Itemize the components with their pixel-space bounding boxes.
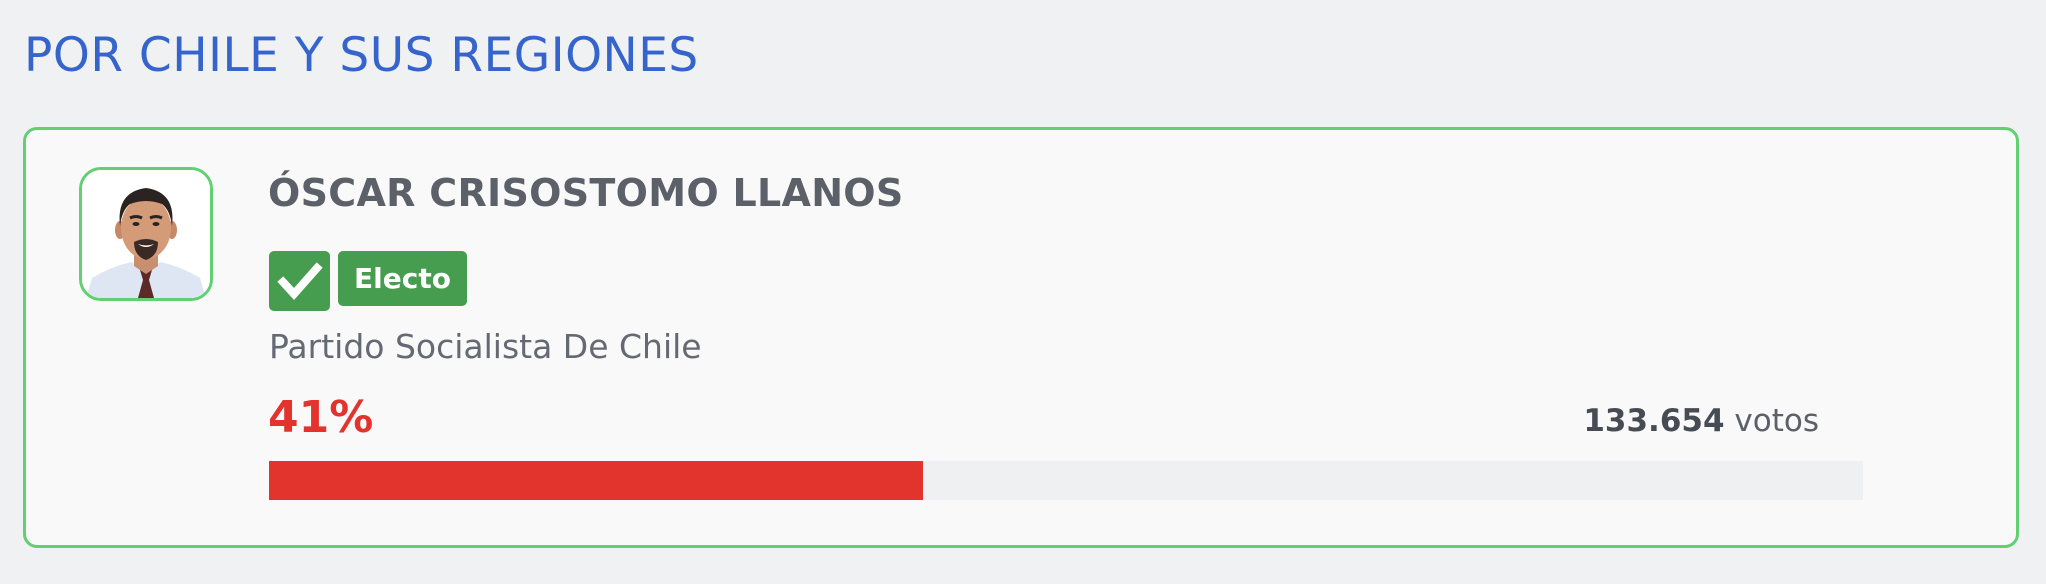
candidate-photo [82,170,210,298]
vote-count-number: 133.654 [1583,403,1725,439]
elected-status-badge: Electo [338,251,467,306]
candidate-avatar [79,167,213,301]
vote-count-unit: votos [1734,403,1819,439]
vote-progress-fill [269,461,923,500]
vote-progress-bar [269,461,1863,500]
vote-percentage: 41% [268,392,374,443]
vote-count: 133.654 votos [1583,401,1819,441]
section-title: POR CHILE Y SUS REGIONES [24,28,699,83]
party-name: Partido Socialista De Chile [269,327,702,366]
candidate-card[interactable]: ÓSCAR CRISOSTOMO LLANOS Electo Partido S… [23,127,2019,548]
candidate-name: ÓSCAR CRISOSTOMO LLANOS [268,171,904,215]
checkmark-icon [269,251,330,311]
